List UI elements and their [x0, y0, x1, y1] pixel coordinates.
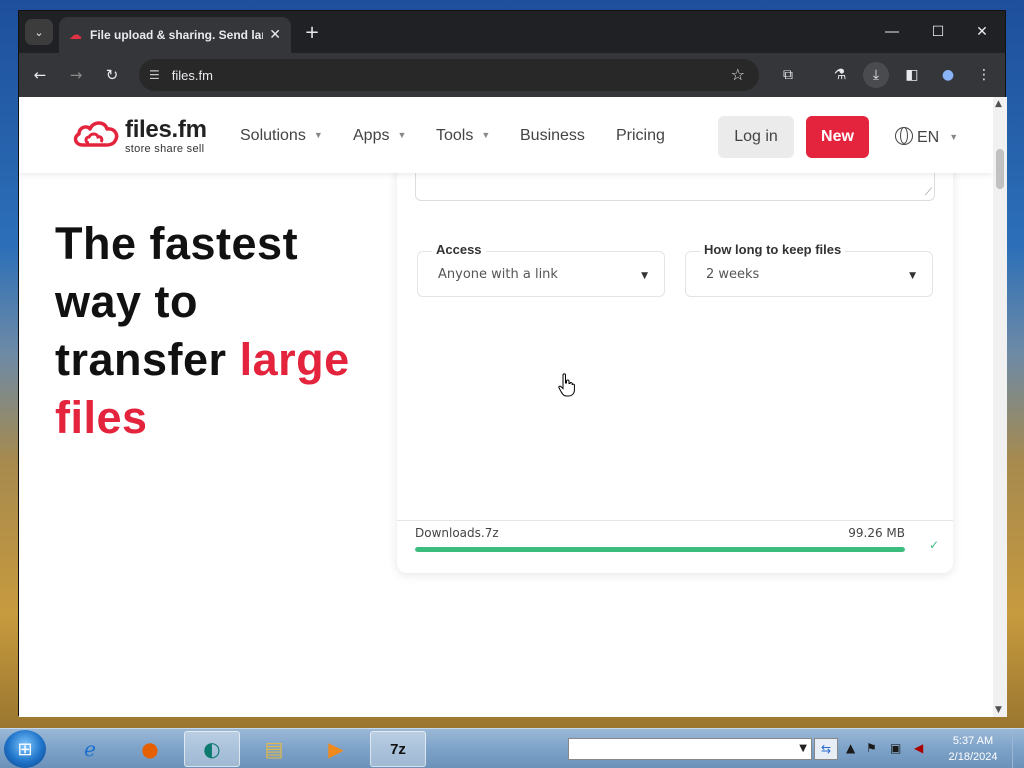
7zip-icon[interactable]: 7z — [370, 731, 426, 767]
reload-button[interactable]: ↻ — [99, 62, 125, 88]
nav-pricing-label: Pricing — [616, 127, 665, 144]
uploaded-file-row: Downloads.7z 99.26 MB ✓ — [397, 520, 953, 573]
page-scrollbar[interactable]: ▲ ▼ — [993, 97, 1007, 717]
caret-down-icon: ▼ — [909, 271, 916, 281]
checkmark-icon: ✓ — [928, 538, 939, 552]
chevron-down-icon: ▼ — [397, 130, 407, 140]
hero-line-3: transfer — [55, 334, 227, 385]
file-size: 99.26 MB — [848, 526, 905, 540]
firefox-icon[interactable]: ● — [122, 731, 178, 767]
scroll-thumb[interactable] — [996, 149, 1004, 189]
volume-muted-icon[interactable]: ◀ — [914, 741, 923, 755]
access-select[interactable]: Access Anyone with a link ▼ — [417, 242, 665, 297]
hero-line-2: way to — [55, 276, 199, 327]
scroll-up-arrow-icon[interactable]: ▲ — [995, 99, 1002, 109]
caret-down-icon: ▼ — [641, 271, 648, 281]
show-hidden-icons-icon[interactable]: ▲ — [846, 741, 855, 755]
chevron-down-icon: ▼ — [313, 130, 323, 140]
language-code: EN — [917, 129, 940, 146]
bookmark-star-icon[interactable]: ☆ — [731, 65, 745, 84]
go-button[interactable]: ⇆ — [814, 738, 838, 760]
media-player-icon[interactable]: ▶ — [308, 731, 364, 767]
file-explorer-icon[interactable]: ▤ — [246, 731, 302, 767]
nav-pricing[interactable]: Pricing — [616, 127, 665, 145]
new-button[interactable]: New — [806, 116, 869, 158]
forward-button[interactable]: → — [63, 62, 89, 88]
keep-duration-select[interactable]: How long to keep files 2 weeks ▼ — [685, 242, 933, 297]
upload-progress-bar — [415, 547, 905, 552]
start-button[interactable]: ⊞ — [4, 730, 46, 768]
resize-grip-icon[interactable]: ⟋ — [925, 187, 932, 198]
network-icon[interactable]: ▣ — [890, 741, 901, 755]
nav-business-label: Business — [520, 127, 585, 144]
language-selector[interactable]: EN ▼ — [895, 127, 958, 147]
site-settings-icon[interactable]: ☰ — [149, 68, 160, 82]
nav-solutions[interactable]: Solutions ▼ — [240, 127, 323, 145]
show-desktop-button[interactable] — [1012, 729, 1024, 768]
cloud-logo-icon — [73, 121, 119, 147]
labs-flask-icon[interactable]: ⚗ — [827, 62, 853, 88]
browser-toolbar: ← → ↻ ☰ files.fm ☆ ⧉ ⚗ ⤓ ◧ ● ⋮ — [19, 53, 1005, 97]
back-button[interactable]: ← — [27, 62, 53, 88]
scroll-down-arrow-icon[interactable]: ▼ — [995, 705, 1002, 715]
access-value: Anyone with a link — [438, 267, 558, 282]
minimize-button[interactable]: ― — [877, 19, 907, 45]
access-label: Access — [432, 242, 486, 257]
hero-line-1: The fastest — [55, 218, 299, 269]
maximize-button[interactable]: ☐ — [923, 19, 953, 45]
tab-close-icon[interactable]: ✕ — [269, 27, 281, 43]
internet-explorer-icon[interactable]: ℯ — [62, 731, 118, 767]
action-center-flag-icon[interactable]: ⚑ — [866, 741, 877, 755]
logo-wordmark: files.fm — [125, 116, 207, 143]
nav-apps[interactable]: Apps ▼ — [353, 127, 406, 145]
profile-avatar-icon[interactable]: ● — [935, 62, 961, 88]
globe-icon — [895, 127, 913, 145]
login-button[interactable]: Log in — [718, 116, 794, 158]
tab-title: File upload & sharing. Send lar — [90, 28, 264, 42]
file-name: Downloads.7z — [415, 526, 499, 540]
upload-card: ⟋ Access Anyone with a link ▼ How long t… — [397, 137, 953, 573]
keep-duration-label: How long to keep files — [700, 242, 846, 257]
taskbar-address-input[interactable]: ▼ — [568, 738, 812, 760]
tab-files-fm[interactable]: ☁ File upload & sharing. Send lar ✕ — [59, 17, 291, 53]
download-icon[interactable]: ⤓ — [863, 62, 889, 88]
site-header: files.fm store share sell Solutions ▼ App… — [19, 97, 993, 173]
clock-time: 5:37 AM — [952, 735, 994, 747]
nav-solutions-label: Solutions — [240, 127, 306, 144]
address-bar[interactable]: ☰ files.fm ☆ — [139, 59, 759, 91]
edge-icon[interactable]: ◐ — [184, 731, 240, 767]
hero-accent-files: files — [55, 392, 148, 443]
nav-business[interactable]: Business — [520, 127, 585, 145]
nav-tools[interactable]: Tools ▼ — [436, 127, 490, 145]
clock-date: 2/18/2024 — [948, 751, 998, 763]
keep-duration-value: 2 weeks — [706, 267, 760, 282]
chevron-down-icon: ▼ — [481, 130, 491, 140]
extensions-icon[interactable]: ⧉ — [775, 62, 801, 88]
chevron-down-icon: ▼ — [949, 132, 959, 142]
upload-progress-fill — [415, 547, 905, 552]
nav-tools-label: Tools — [436, 127, 474, 144]
hero-headline: The fastest way to transfer large files — [55, 215, 395, 447]
dropdown-arrow-icon[interactable]: ▼ — [799, 743, 807, 754]
browser-window: ⌄ ☁ File upload & sharing. Send lar ✕ + … — [18, 10, 1007, 717]
hero-accent-large: large — [239, 334, 350, 385]
windows-taskbar: ⊞ ℯ ● ◐ ▤ ▶ 7z ▼ ⇆ ▲ ⚑ ▣ ◀ 5:37 AM 2/18/… — [0, 728, 1024, 768]
side-panel-icon[interactable]: ◧ — [899, 62, 925, 88]
close-window-button[interactable]: ✕ — [967, 19, 997, 45]
url-text: files.fm — [171, 67, 213, 83]
browser-menu-icon[interactable]: ⋮ — [971, 62, 997, 88]
hand-cursor-icon — [558, 373, 575, 397]
tab-strip: ⌄ ☁ File upload & sharing. Send lar ✕ + … — [19, 11, 1005, 53]
page-viewport: files.fm store share sell Solutions ▼ App… — [19, 97, 993, 717]
tab-search-button[interactable]: ⌄ — [25, 19, 53, 45]
new-tab-button[interactable]: + — [301, 21, 323, 43]
system-clock[interactable]: 5:37 AM 2/18/2024 — [936, 733, 1010, 765]
files-fm-logo[interactable]: files.fm store share sell — [71, 116, 207, 155]
logo-tagline: store share sell — [125, 143, 205, 155]
files-fm-favicon-icon: ☁ — [69, 27, 82, 43]
nav-apps-label: Apps — [353, 127, 390, 144]
